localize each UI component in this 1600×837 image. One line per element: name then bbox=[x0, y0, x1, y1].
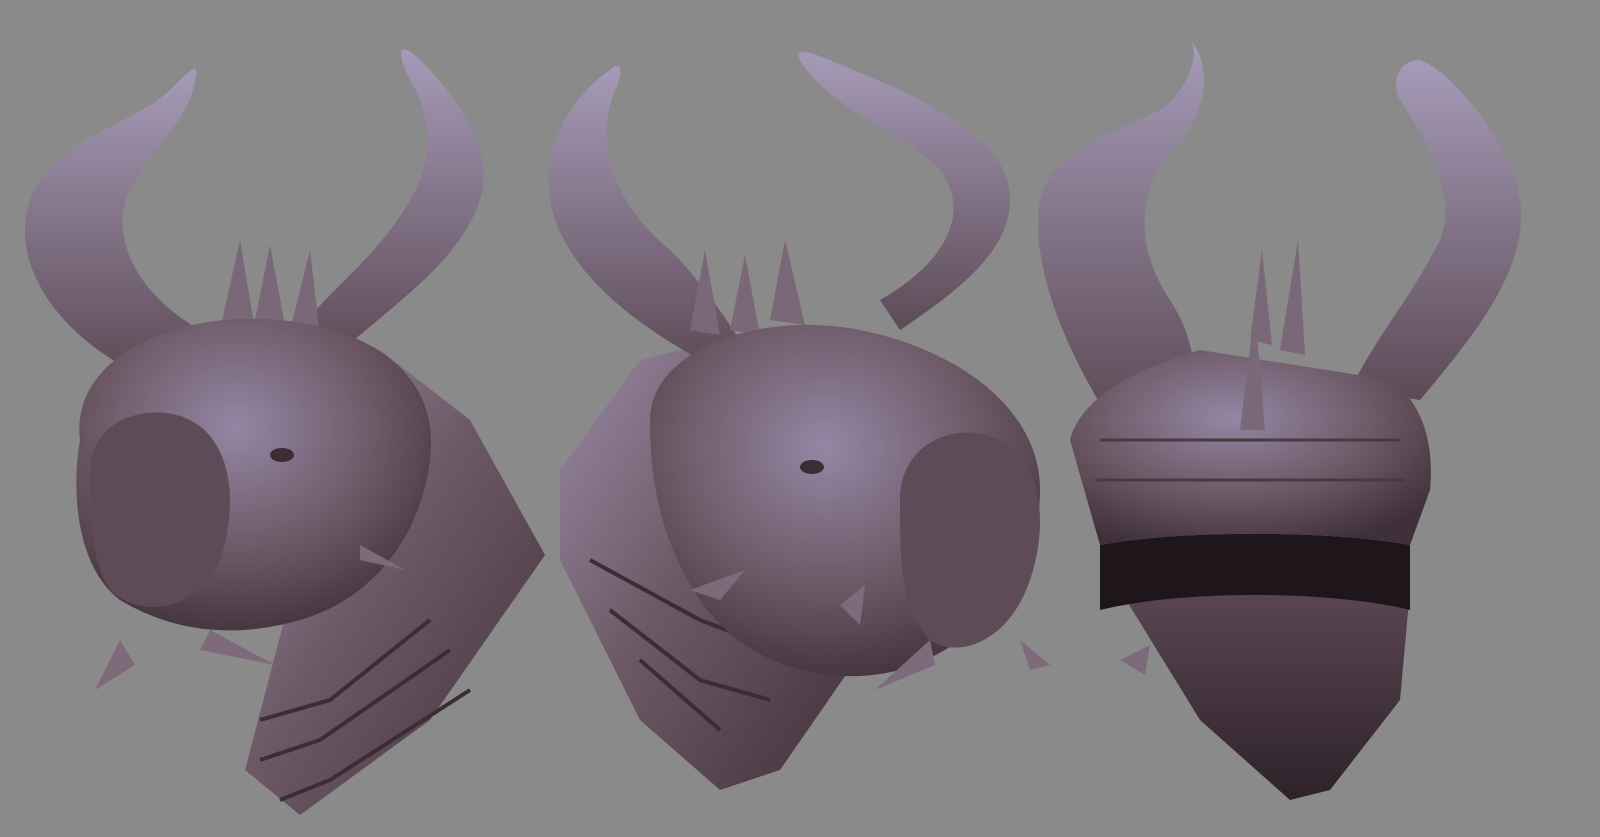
eye bbox=[270, 448, 294, 462]
render-svg bbox=[0, 0, 1600, 837]
eye bbox=[800, 460, 824, 474]
snout bbox=[90, 412, 230, 607]
sculpt-render-canvas bbox=[0, 0, 1600, 837]
